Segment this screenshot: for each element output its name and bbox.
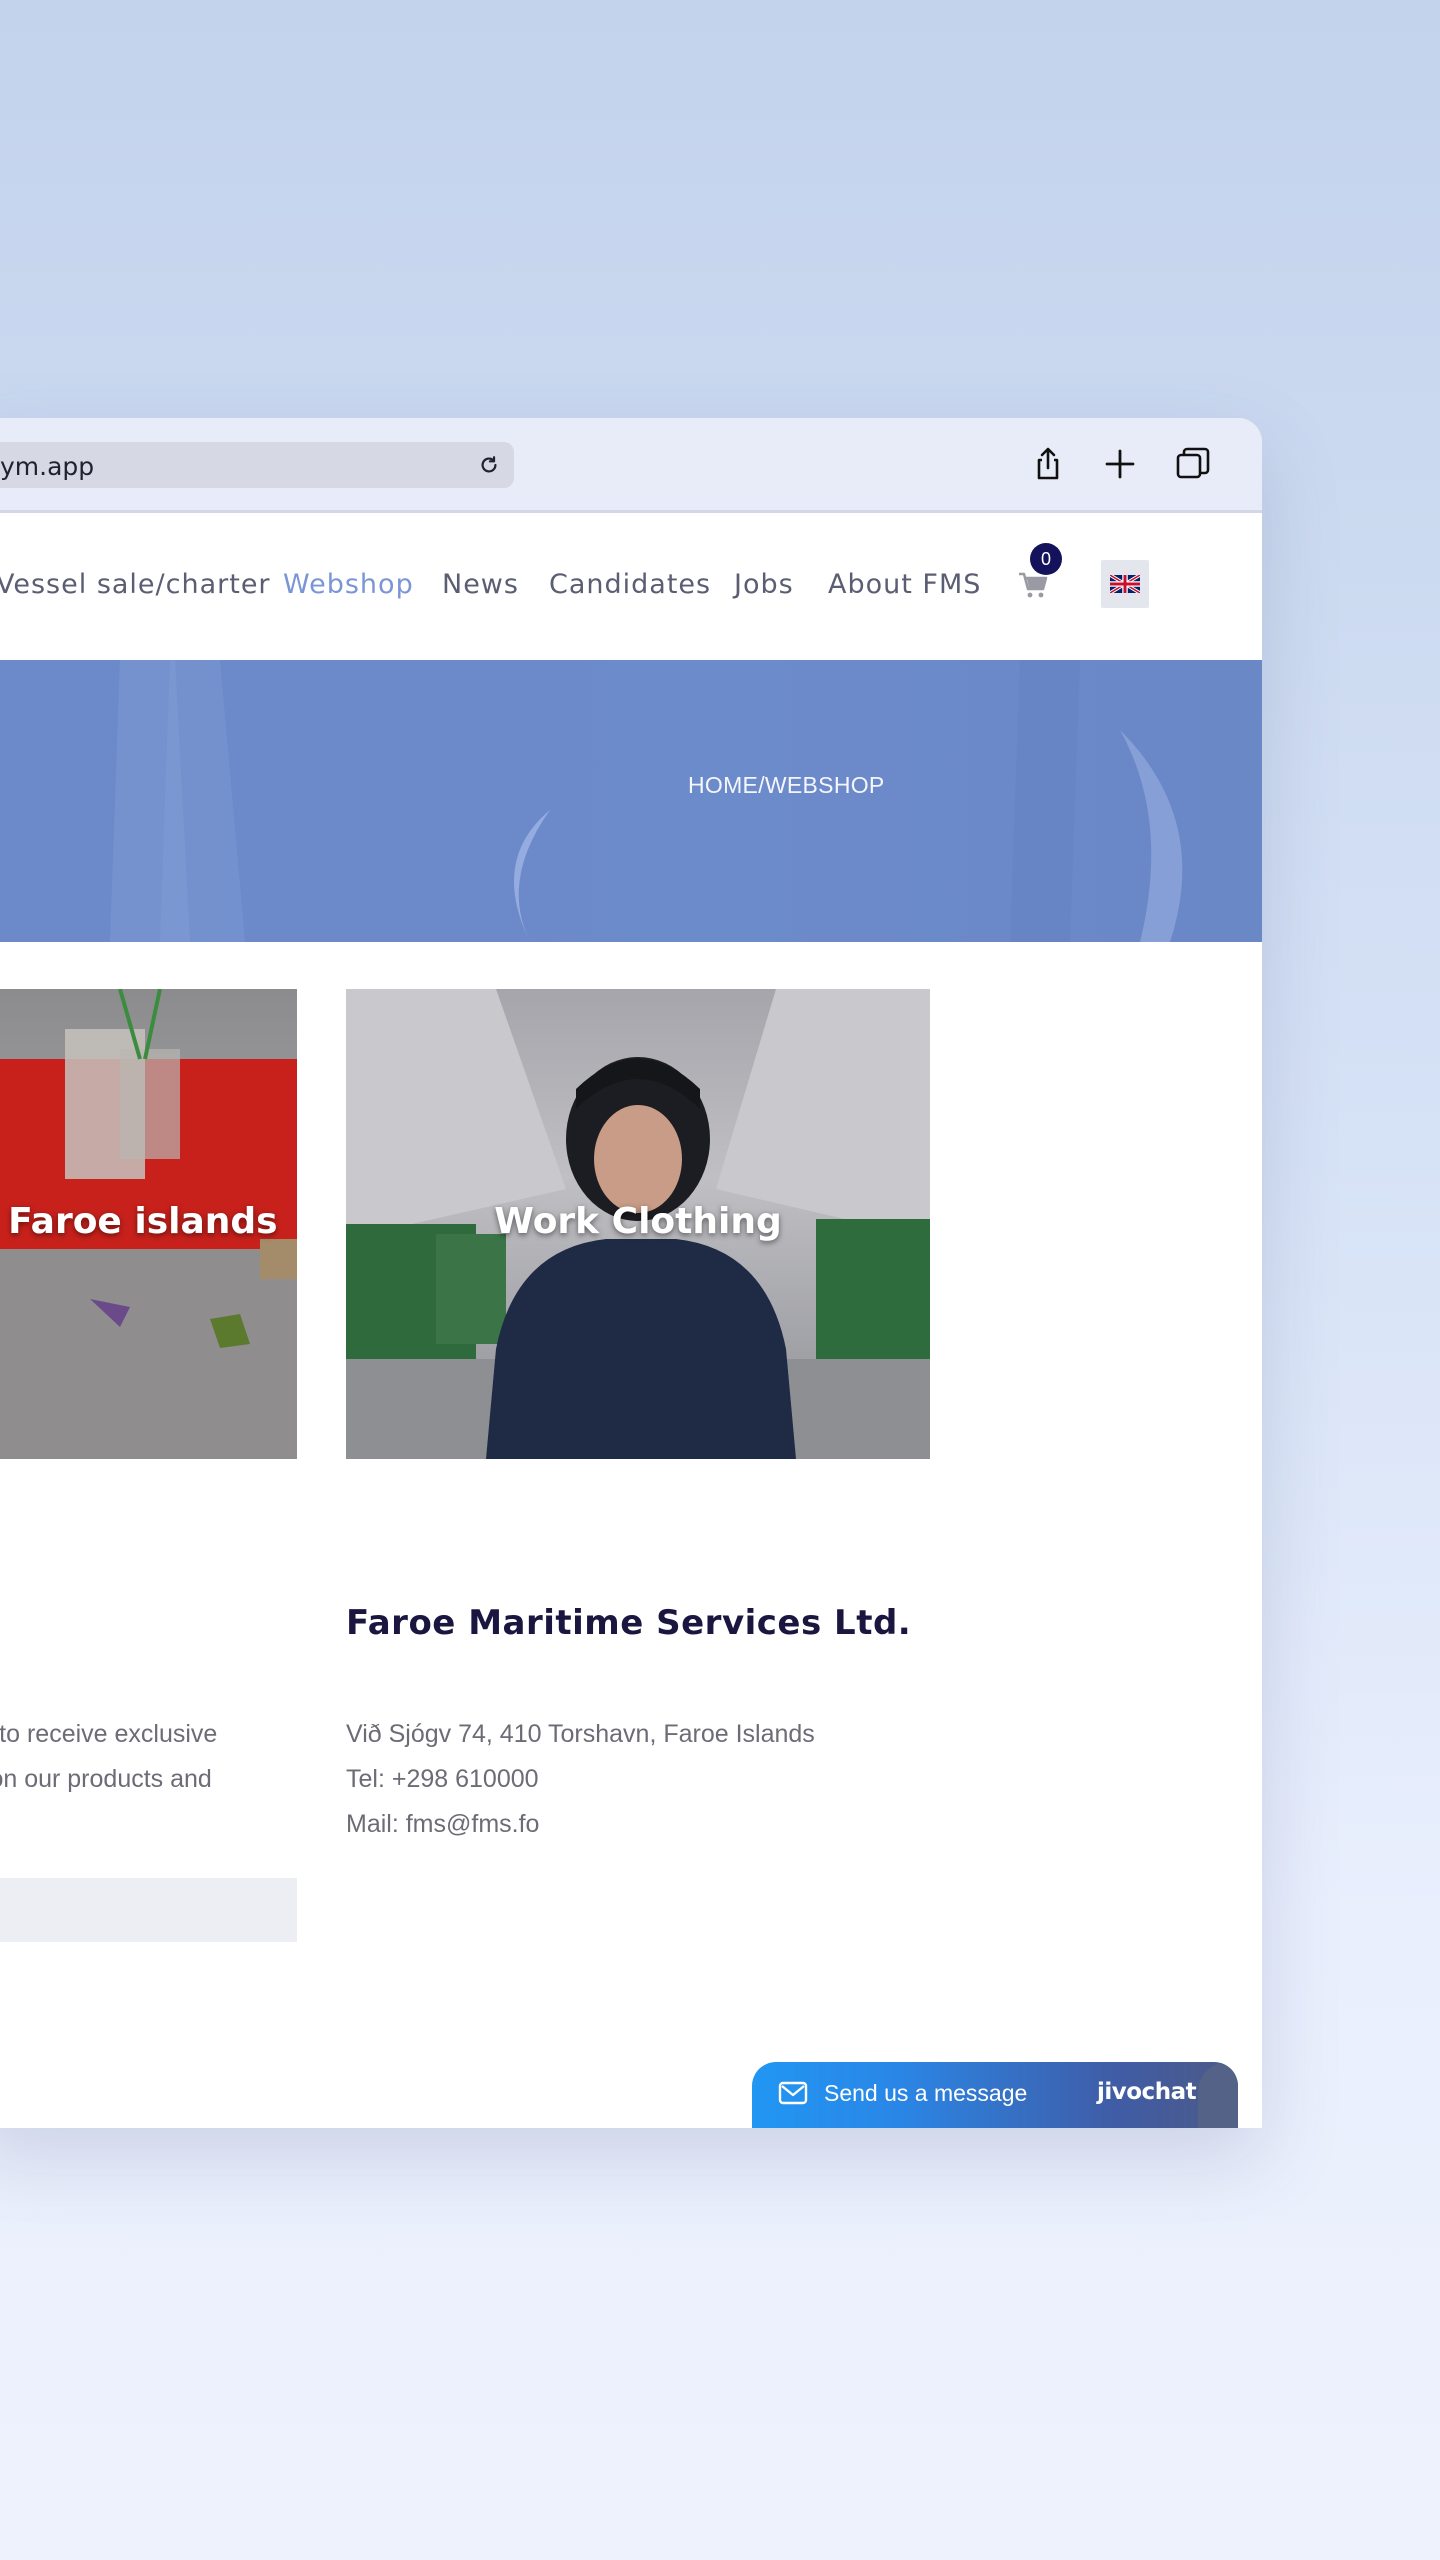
address-bar[interactable]: ym.app [0,442,514,488]
uk-flag-icon [1110,575,1140,593]
language-selector[interactable] [1101,560,1149,608]
cart-count-badge: 0 [1030,543,1062,575]
company-email[interactable]: Mail: fms@fms.fo [346,1810,539,1839]
nav-item-news[interactable]: News [442,569,519,600]
category-label: Work Clothing [494,1201,782,1242]
nav-item-jobs[interactable]: Jobs [734,569,794,600]
chat-corner [1198,2062,1238,2128]
chat-label: Send us a message [824,2080,1028,2106]
nav-item-about[interactable]: About FMS [828,569,981,600]
nav-item-vessel-sale[interactable]: Vessel sale/charter [0,569,271,600]
url-text: ym.app [0,452,95,481]
newsletter-text: er to receive exclusive [0,1720,218,1748]
share-icon[interactable] [1028,444,1068,484]
category-label: n Faroe islands [0,1201,278,1242]
main-navigation: Vessel sale/charter Webshop News Candida… [0,513,1262,663]
category-tile-work-clothing[interactable]: Work Clothing [346,989,930,1459]
browser-toolbar: ym.app [0,418,1262,513]
envelope-icon [778,2081,808,2105]
nav-item-webshop[interactable]: Webshop [283,569,414,600]
cart-icon[interactable] [1018,571,1048,599]
breadcrumb: HOME/WEBSHOP [688,772,885,798]
tabs-icon[interactable] [1173,444,1213,484]
chat-brand-logo: jivochat [1097,2079,1197,2105]
company-phone: Tel: +298 610000 [346,1765,539,1793]
browser-window: ym.app Vessel sale/charter Webshop News … [0,418,1262,2128]
boats-background-image [110,660,1183,942]
company-address: Við Sjógv 74, 410 Torshavn, Faroe Island… [346,1720,815,1748]
new-tab-icon[interactable] [1100,444,1140,484]
newsletter-text: s on our products and [0,1765,212,1793]
nav-item-candidates[interactable]: Candidates [549,569,711,600]
chat-widget-button[interactable]: Send us a message jivochat [752,2062,1238,2128]
page-header-banner: HOME/WEBSHOP [0,660,1262,942]
reload-icon[interactable] [478,454,500,476]
category-tile-faroe-islands[interactable]: n Faroe islands [0,989,297,1459]
newsletter-email-input[interactable] [0,1878,297,1942]
company-name: Faroe Maritime Services Ltd. [346,1603,912,1643]
